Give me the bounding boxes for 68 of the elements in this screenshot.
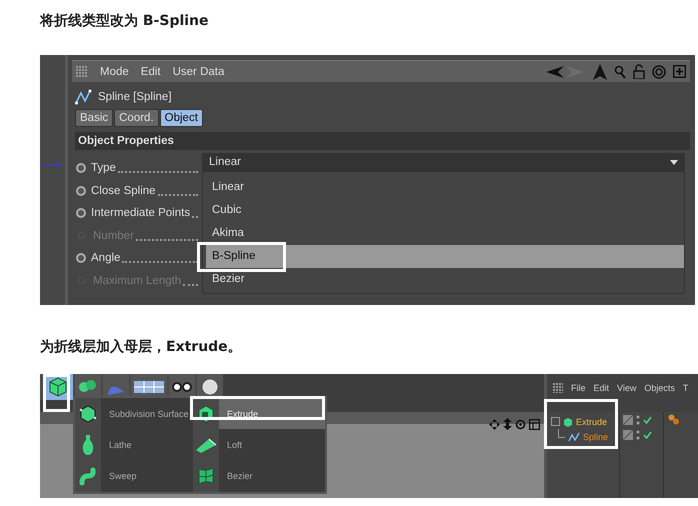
cube-icon [197,404,215,423]
dropdown-option[interactable]: Bezier [203,268,684,291]
rotate-icon[interactable] [515,418,526,430]
animation-radio[interactable] [76,163,86,174]
layer-icon[interactable] [623,414,633,424]
dropdown-option[interactable]: B-Spline [206,245,684,268]
heading: 为折线层加入母层，Extrude。 [40,338,243,357]
menu-item[interactable]: View [617,383,636,393]
grip-icon [553,383,563,393]
visibility-dots-icon[interactable] [636,430,640,440]
menu-item[interactable]: Subdivision Surface [75,398,193,430]
visibility-dots-icon[interactable] [636,414,640,424]
layer-icon[interactable] [623,430,633,440]
camera-icon[interactable] [171,381,193,393]
property-label: Angle [91,252,120,264]
grid-icon[interactable] [134,381,164,393]
arrow-icon [40,161,62,169]
sphere-icon[interactable] [201,378,219,396]
animation-radio[interactable] [76,186,86,196]
tab[interactable]: Object [160,109,203,127]
menu-item[interactable]: Sweep [75,460,193,492]
property-label: Intermediate Points [91,207,190,220]
move-icon[interactable] [489,418,500,430]
tag-icon [668,414,680,425]
menu-item[interactable]: Edit [140,66,161,78]
window-icon[interactable] [529,418,540,430]
spline-icon [75,89,93,105]
section-header: Object Properties [75,132,690,150]
loft-icon [195,436,217,453]
dropdown-option[interactable]: Linear [203,176,684,199]
menu-item[interactable]: User Data [172,66,224,78]
tab[interactable]: Coord. [114,109,159,127]
property-label: Type [91,162,116,174]
vase-icon [82,434,94,455]
object-title: Spline [Spline] [98,91,172,103]
menu-item[interactable]: Objects [644,383,675,393]
highlight-frame [43,374,70,412]
dropdown-option[interactable]: Cubic [203,199,684,222]
menu-item[interactable]: File [571,383,586,393]
animation-radio[interactable] [76,253,86,264]
search-icon[interactable] [614,64,626,78]
up-down-arrow-icon[interactable] [503,418,512,430]
menu-item[interactable]: T [682,383,688,393]
cursor-icon[interactable] [593,64,607,80]
cube-icon [79,404,97,423]
object-name[interactable]: Spline [583,432,608,442]
grip-icon [76,66,88,78]
menu-item[interactable]: Lathe [75,429,193,461]
cube-icon [47,376,69,398]
dropdown-option[interactable]: Akima [203,222,684,245]
menu-item[interactable]: Mode [100,66,129,78]
heading: 将折线类型改为 B-Spline [40,12,210,31]
spline-icon [568,432,580,442]
menu-item[interactable]: Loft [193,429,325,461]
property-label: Close Spline [91,184,156,197]
lock-icon[interactable] [633,64,645,79]
caret-icon [670,160,678,164]
menu-item[interactable]: Edit [594,383,610,393]
patch-icon [197,467,215,486]
back-arrow-icon[interactable] [546,64,586,78]
tab[interactable]: Basic [75,109,114,127]
target-icon[interactable] [652,64,666,78]
animation-radio[interactable] [76,208,86,218]
menu-item[interactable]: Bezier [193,460,325,492]
type-dropdown[interactable]: Linear [202,153,685,171]
add-icon[interactable] [673,65,686,78]
curved-tube-icon [79,466,97,486]
object-name[interactable]: Extrude [576,416,608,426]
